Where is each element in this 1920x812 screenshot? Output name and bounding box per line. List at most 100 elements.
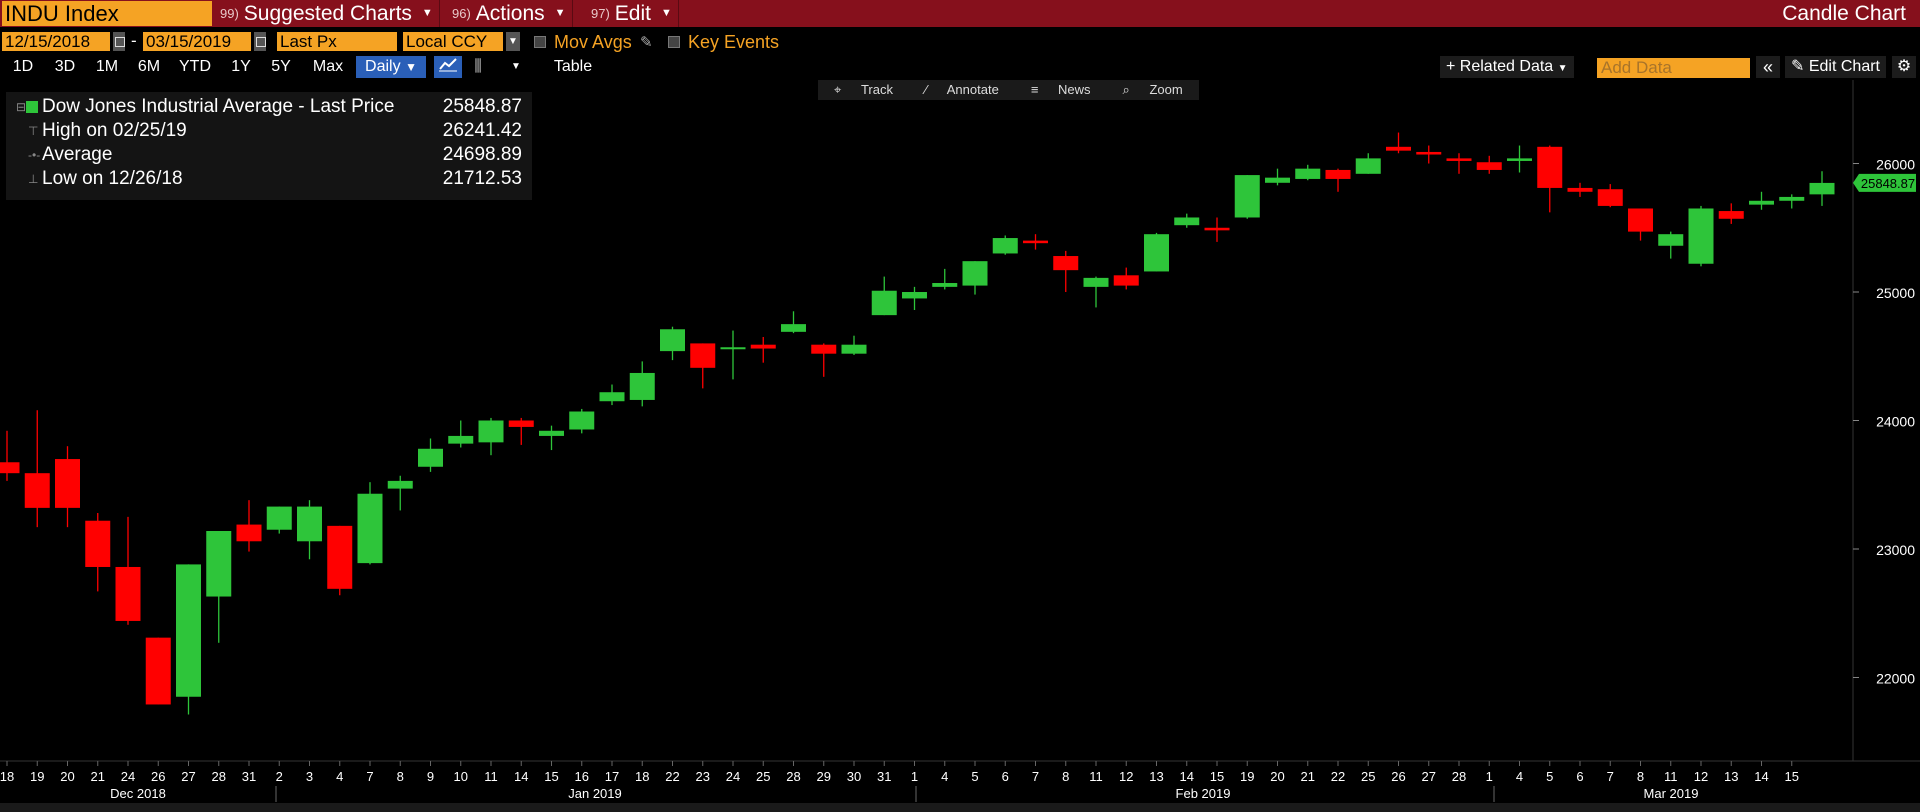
legend-low-value: 21712.53 [442, 168, 522, 189]
x-tick-label: 20 [1270, 769, 1284, 784]
dropdown-icon[interactable]: ▼ [506, 32, 520, 51]
candle-body [539, 430, 564, 436]
suggested-charts-menu[interactable]: 99) Suggested Charts ▼ [220, 0, 440, 27]
calendar-icon[interactable] [113, 32, 125, 51]
candle-body [992, 238, 1018, 254]
range-ytd-button[interactable]: YTD [174, 56, 216, 78]
candle [992, 235, 1018, 255]
range-6m-button[interactable]: 6M [132, 56, 166, 78]
x-tick-label: 10 [454, 769, 468, 784]
track-tool[interactable]: ⌖ Track [818, 80, 909, 100]
menu-label: Suggested Charts [243, 2, 412, 25]
candle-body [1507, 158, 1532, 161]
candle-body [1688, 208, 1714, 264]
candle [1144, 232, 1169, 272]
last-price-label: 25848.87 [1861, 176, 1915, 191]
x-tick-label: 8 [397, 769, 404, 784]
candle [1204, 217, 1230, 242]
range-1y-button[interactable]: 1Y [224, 56, 258, 78]
bar-chart-icon[interactable]: ⫼ [466, 56, 490, 78]
key-events-label: Key Events [688, 32, 780, 52]
average-marker-icon: -•- [28, 148, 41, 162]
candle-body [1597, 189, 1623, 206]
candle [1113, 267, 1139, 290]
candle-body [1265, 177, 1290, 183]
range-1m-button[interactable]: 1M [90, 56, 124, 78]
zoom-label: Zoom [1149, 82, 1183, 97]
pencil-icon[interactable]: ✎ [640, 33, 653, 51]
candle [1628, 208, 1653, 241]
line-chart-icon[interactable] [434, 56, 462, 78]
candle-body [690, 343, 716, 368]
candle [599, 384, 625, 406]
candle [55, 446, 80, 528]
candle [1507, 145, 1532, 173]
x-tick-label: 11 [1089, 769, 1103, 784]
candle [357, 482, 383, 565]
candle [1234, 175, 1260, 219]
candle [932, 268, 958, 290]
candle-body [236, 524, 262, 542]
legend-row-last[interactable]: ⊟ Dow Jones Industrial Average - Last Pr… [6, 95, 532, 119]
range-5y-button[interactable]: 5Y [264, 56, 298, 78]
edit-chart-button[interactable]: ✎ Edit Chart [1785, 56, 1886, 78]
currency-select[interactable]: Local CCY [403, 32, 503, 51]
candle [387, 475, 413, 511]
x-tick-label: 13 [1724, 769, 1738, 784]
candle-body [1658, 234, 1684, 246]
candle [1053, 250, 1079, 293]
annotate-tool[interactable]: ⁄ Annotate [909, 80, 1015, 100]
end-date-field[interactable]: 03/15/2019 [143, 32, 251, 51]
news-tool[interactable]: ≡ News [1015, 80, 1107, 100]
candle-body [781, 324, 806, 332]
x-tick-label: 28 [212, 769, 226, 784]
actions-menu[interactable]: 96) Actions ▼ [452, 0, 573, 27]
range-1d-button[interactable]: 1D [8, 56, 38, 78]
x-tick-label: 11 [484, 769, 498, 784]
candle [1688, 205, 1714, 267]
candle [1386, 132, 1411, 154]
candle [0, 430, 20, 481]
ticker-field[interactable]: INDU Index [2, 1, 212, 26]
frequency-select[interactable]: Daily ▼ [356, 56, 426, 78]
mov-avgs-checkbox[interactable] [534, 36, 546, 48]
zoom-tool[interactable]: ⌕ Zoom [1107, 80, 1199, 100]
x-tick-label: 1 [911, 769, 918, 784]
x-tick-label: 29 [817, 769, 831, 784]
candle-body [720, 347, 746, 350]
key-events-checkbox[interactable] [668, 36, 680, 48]
candle [115, 516, 141, 625]
table-button[interactable]: Table [540, 56, 606, 78]
calendar-icon[interactable] [254, 32, 266, 51]
chart-style-dropdown-icon[interactable]: ▼ [506, 56, 526, 78]
range-3d-button[interactable]: 3D [48, 56, 82, 78]
x-tick-label: 18 [0, 769, 14, 784]
price-field-select[interactable]: Last Px [277, 32, 397, 51]
candle-body [750, 344, 776, 349]
x-tick-label: 4 [336, 769, 343, 784]
collapse-icon[interactable]: « [1756, 56, 1780, 78]
add-data-input[interactable]: Add Data [1597, 58, 1750, 78]
edit-menu[interactable]: 97) Edit ▼ [591, 0, 679, 27]
candle-body [1083, 277, 1109, 287]
frequency-label: Daily [365, 58, 401, 75]
date-separator: - [131, 31, 137, 50]
legend-row-average: -•- Average 24698.89 [6, 143, 532, 167]
title-bar: INDU Index 99) Suggested Charts ▼ 96) Ac… [0, 0, 1920, 27]
start-date-field[interactable]: 12/15/2018 [2, 32, 110, 51]
high-marker-icon: ⊤ [28, 124, 39, 138]
candle-body [206, 531, 232, 597]
related-data-button[interactable]: + Related Data ▼ [1440, 56, 1574, 78]
candle-body [660, 329, 685, 352]
candle [962, 261, 988, 295]
caret-down-icon: ▼ [554, 7, 566, 19]
range-max-button[interactable]: Max [308, 56, 348, 78]
candle [508, 417, 534, 445]
candle-body [629, 372, 655, 400]
x-tick-label: 30 [847, 769, 861, 784]
gear-icon[interactable]: ⚙ [1892, 56, 1916, 78]
x-tick-label: 7 [366, 769, 373, 784]
x-tick-label: 28 [786, 769, 800, 784]
candle [24, 410, 50, 528]
x-tick-label: 14 [514, 769, 528, 784]
